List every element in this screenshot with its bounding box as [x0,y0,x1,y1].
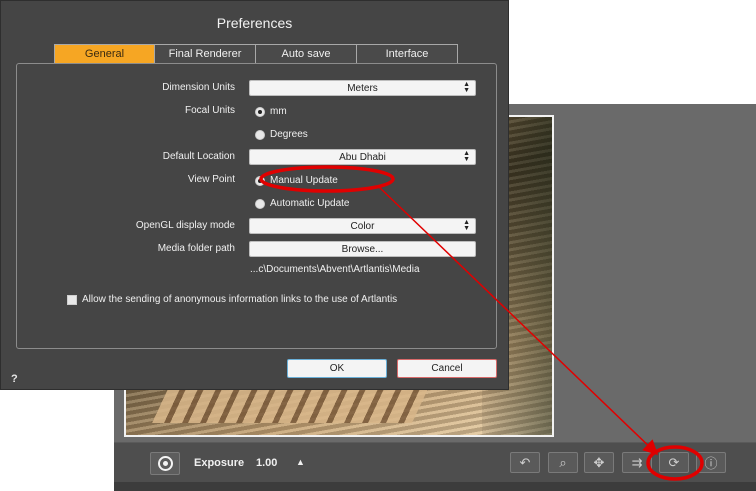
media-folder-label: Media folder path [157,243,235,254]
tab-interface[interactable]: Interface [357,44,458,63]
preferences-tabs: General Final Renderer Auto save Interfa… [54,44,458,63]
anonymous-info-checkbox[interactable] [67,294,77,305]
select-arrows-icon: ▲ ▼ [463,219,470,232]
view-point-manual-label: Manual Update [270,175,338,186]
status-strip [114,482,756,491]
focal-units-degrees-radio[interactable]: Degrees [255,129,308,140]
anonymous-info-label: Allow the sending of anonymous informati… [82,294,398,305]
cancel-button[interactable]: Cancel [397,359,497,378]
tab-auto-save[interactable]: Auto save [256,44,357,63]
radio-unchecked-icon [255,129,265,140]
preferences-dialog: Preferences General Final Renderer Auto … [0,0,509,390]
view-point-label: View Point [187,174,235,185]
anonymous-info-checkbox-row[interactable]: Allow the sending of anonymous informati… [67,294,397,305]
select-arrows-icon: ▲ ▼ [463,150,470,163]
focal-units-label: Focal Units [184,105,235,116]
info-icon: ⓘ [704,456,718,471]
refresh-button[interactable]: ⟳ [659,452,689,473]
zoom-icon: ⌕ [559,454,567,470]
aperture-button[interactable] [150,452,180,475]
radio-checked-icon [255,106,265,117]
undo-icon: ↶ [519,454,531,470]
select-arrows-icon: ▲ ▼ [463,81,470,94]
exposure-up-arrow-icon[interactable]: ▲ [296,457,305,467]
view-point-manual-radio[interactable]: Manual Update [255,175,338,186]
camera-move-button[interactable]: ⇉ [622,452,652,473]
bottom-toolbar: Exposure 1.00 ▲ ↶ ⌕ ✥ ⇉ ⟳ ⓘ [114,442,756,482]
dialog-title: Preferences [216,15,293,31]
zoom-button[interactable]: ⌕ [548,452,578,473]
info-button[interactable]: ⓘ [696,452,726,473]
tab-general[interactable]: General [54,44,155,63]
focal-units-degrees-label: Degrees [270,129,308,140]
aperture-icon [157,456,173,471]
browse-button[interactable]: Browse... [249,241,476,257]
view-point-automatic-label: Automatic Update [270,198,350,209]
default-location-label: Default Location [162,151,235,162]
focal-units-mm-radio[interactable]: mm [255,106,287,117]
refresh-icon: ⟳ [668,454,680,470]
camera-move-icon: ⇉ [631,454,643,470]
focal-units-mm-label: mm [270,106,287,117]
default-location-select[interactable]: Abu Dhabi ▲ ▼ [249,149,476,165]
pan-button[interactable]: ✥ [584,452,614,473]
dimension-units-value: Meters [347,82,378,94]
default-location-value: Abu Dhabi [339,151,386,163]
ok-button[interactable]: OK [287,359,387,378]
help-icon[interactable]: ? [11,373,18,385]
radio-checked-icon [255,175,265,186]
dimension-units-select[interactable]: Meters ▲ ▼ [249,80,476,96]
radio-unchecked-icon [255,198,265,209]
exposure-value[interactable]: 1.00 [256,457,277,469]
opengl-mode-label: OpenGL display mode [135,220,235,231]
view-point-automatic-radio[interactable]: Automatic Update [255,198,350,209]
opengl-mode-value: Color [350,220,375,232]
opengl-mode-select[interactable]: Color ▲ ▼ [249,218,476,234]
pan-icon: ✥ [593,454,605,470]
exposure-label: Exposure [194,457,245,469]
media-folder-path: ...c\Documents\Abvent\Artlantis\Media [250,264,420,275]
undo-button[interactable]: ↶ [510,452,540,473]
tab-final-renderer[interactable]: Final Renderer [155,44,256,63]
dimension-units-label: Dimension Units [162,82,235,93]
